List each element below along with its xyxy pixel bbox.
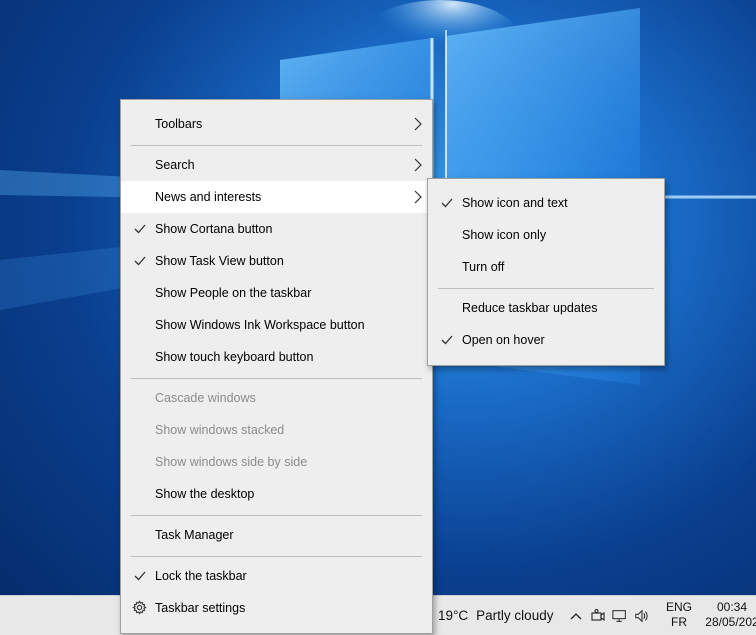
submenu-item-reduce-taskbar-updates[interactable]: Reduce taskbar updates [428, 292, 664, 324]
menu-item-label: Cascade windows [155, 391, 256, 405]
menu-item-label: Show touch keyboard button [155, 350, 314, 364]
weather-temperature: 19°C [438, 608, 469, 623]
news-and-interests-submenu: Show icon and text Show icon only Turn o… [427, 178, 665, 366]
menu-item-label: Show Windows Ink Workspace button [155, 318, 365, 332]
menu-item-show-the-desktop[interactable]: Show the desktop [121, 478, 432, 510]
submenu-item-open-on-hover[interactable]: Open on hover [428, 324, 664, 356]
menu-item-label: Show People on the taskbar [155, 286, 312, 300]
menu-item-label: Show Task View button [155, 254, 284, 268]
menu-item-search[interactable]: Search [121, 149, 432, 181]
menu-item-show-windows-ink[interactable]: Show Windows Ink Workspace button [121, 309, 432, 341]
submenu-item-turn-off[interactable]: Turn off [428, 251, 664, 283]
menu-divider [131, 515, 422, 516]
input-language-indicator[interactable]: ENG FR [664, 600, 694, 630]
language-secondary: FR [671, 615, 687, 629]
menu-item-show-windows-side-by-side: Show windows side by side [121, 446, 432, 478]
menu-divider [438, 288, 654, 289]
clock[interactable]: 00:34 28/05/202 [700, 600, 756, 630]
checkmark-icon [441, 335, 453, 345]
menu-item-label: Task Manager [155, 528, 234, 542]
menu-item-label: Turn off [462, 260, 505, 274]
menu-item-cascade-windows: Cascade windows [121, 382, 432, 414]
menu-item-label: Reduce taskbar updates [462, 301, 598, 315]
menu-item-label: News and interests [155, 190, 262, 204]
menu-divider [131, 378, 422, 379]
menu-item-news-and-interests[interactable]: News and interests [121, 181, 432, 213]
meet-now-icon[interactable] [590, 608, 606, 624]
gear-icon [132, 600, 147, 615]
menu-item-label: Show windows side by side [155, 455, 308, 469]
checkmark-icon [134, 256, 146, 266]
language-primary: ENG [665, 600, 692, 614]
checkmark-icon [134, 571, 146, 581]
menu-item-label: Lock the taskbar [155, 569, 247, 583]
weather-condition: Partly cloudy [476, 608, 554, 623]
chevron-right-icon [414, 190, 422, 204]
menu-item-label: Show icon and text [462, 196, 568, 210]
network-icon[interactable] [612, 608, 628, 624]
menu-item-show-task-view-button[interactable]: Show Task View button [121, 245, 432, 277]
volume-icon[interactable] [634, 608, 650, 624]
menu-item-label: Show Cortana button [155, 222, 273, 236]
menu-item-label: Taskbar settings [155, 601, 246, 615]
clock-date: 28/05/202 [705, 615, 756, 629]
submenu-item-show-icon-only[interactable]: Show icon only [428, 219, 664, 251]
menu-divider [131, 556, 422, 557]
menu-item-show-people[interactable]: Show People on the taskbar [121, 277, 432, 309]
clock-time: 00:34 [716, 600, 748, 614]
menu-item-show-cortana-button[interactable]: Show Cortana button [121, 213, 432, 245]
checkmark-icon [441, 198, 453, 208]
menu-item-show-windows-stacked: Show windows stacked [121, 414, 432, 446]
menu-item-show-touch-keyboard[interactable]: Show touch keyboard button [121, 341, 432, 373]
menu-item-lock-the-taskbar[interactable]: Lock the taskbar [121, 560, 432, 592]
menu-item-label: Search [155, 158, 195, 172]
chevron-right-icon [414, 158, 422, 172]
menu-item-label: Show windows stacked [155, 423, 285, 437]
menu-item-toolbars[interactable]: Toolbars [121, 108, 432, 140]
menu-item-label: Toolbars [155, 117, 203, 131]
menu-item-label: Show icon only [462, 228, 547, 242]
chevron-right-icon [414, 117, 422, 131]
news-and-interests-widget[interactable]: 19°C Partly cloudy [438, 596, 553, 635]
taskbar-context-menu: Toolbars Search News and interests Show … [120, 99, 433, 634]
chevron-up-icon[interactable] [568, 608, 584, 624]
menu-item-task-manager[interactable]: Task Manager [121, 519, 432, 551]
menu-item-label: Show the desktop [155, 487, 255, 501]
menu-item-taskbar-settings[interactable]: Taskbar settings [121, 592, 432, 624]
menu-item-label: Open on hover [462, 333, 545, 347]
submenu-item-show-icon-and-text[interactable]: Show icon and text [428, 187, 664, 219]
menu-divider [131, 145, 422, 146]
checkmark-icon [134, 224, 146, 234]
system-tray [568, 596, 650, 635]
